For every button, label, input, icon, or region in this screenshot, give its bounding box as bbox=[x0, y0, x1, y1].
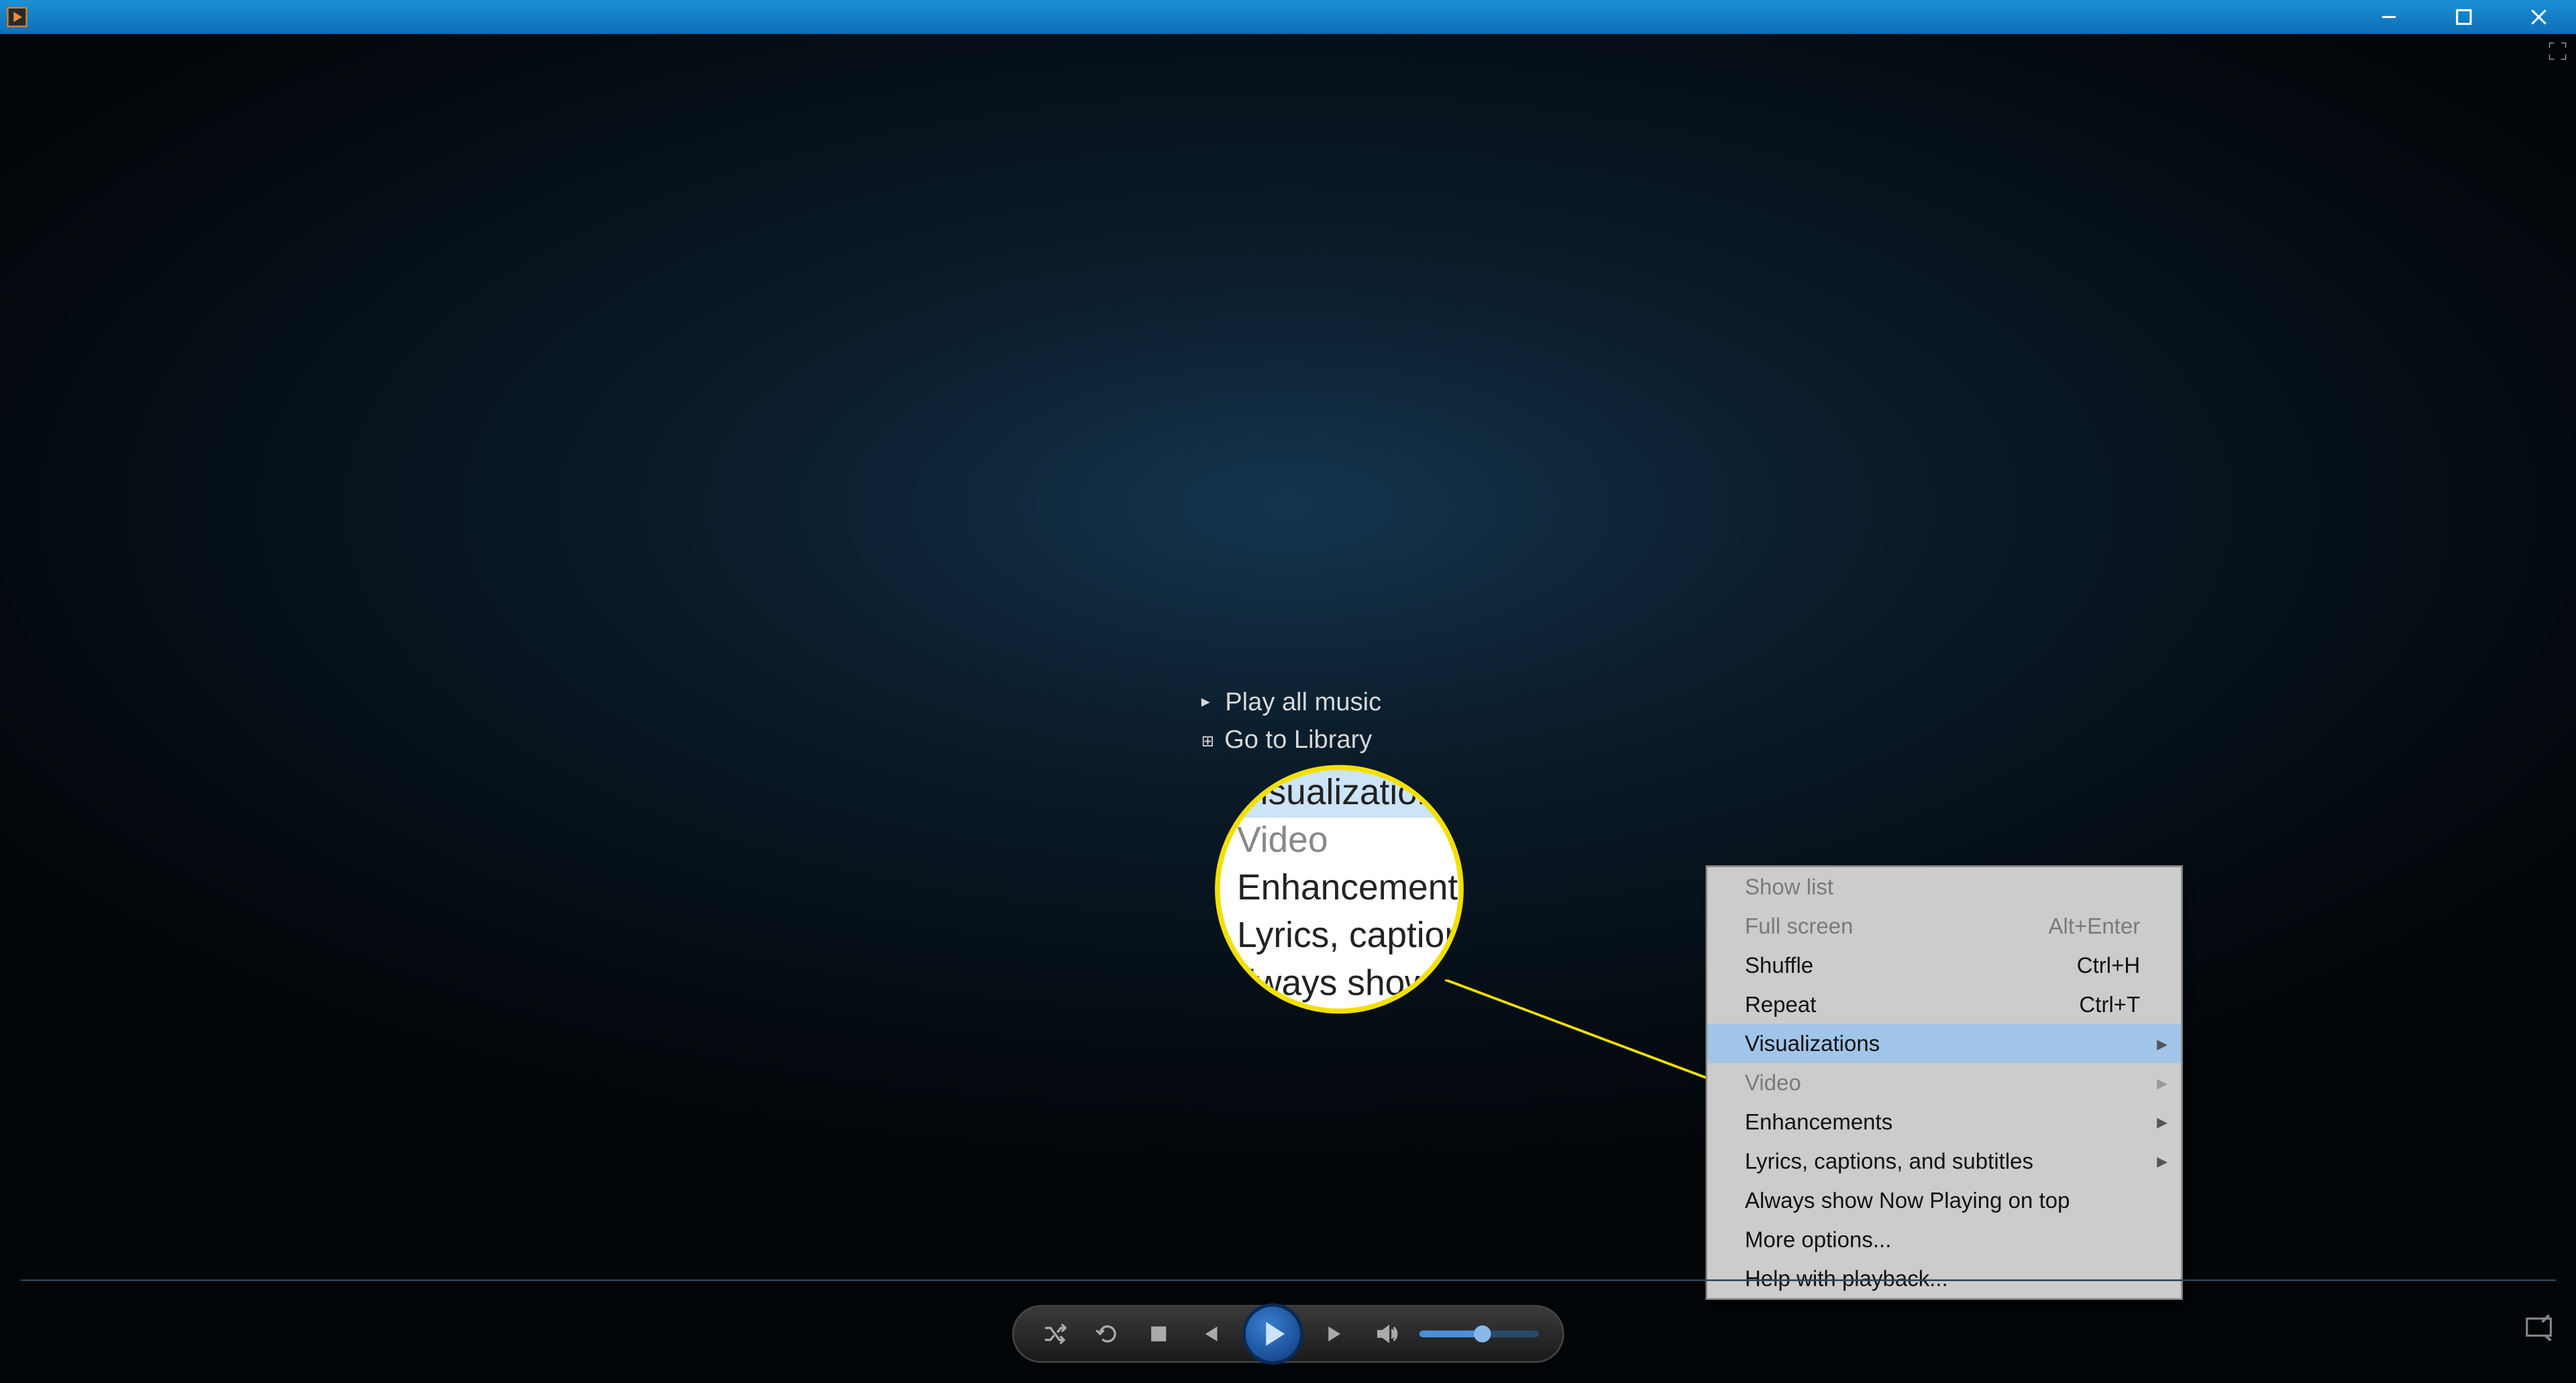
switch-to-library-button[interactable] bbox=[2525, 1313, 2553, 1349]
volume-thumb[interactable] bbox=[1474, 1325, 1491, 1342]
close-button[interactable] bbox=[2502, 0, 2576, 34]
context-menu-item-video: Video ▶ bbox=[1707, 1063, 2181, 1102]
context-menu-item-full-screen: Full screen Alt+Enter bbox=[1707, 906, 2181, 945]
window-controls bbox=[2351, 0, 2576, 34]
context-menu-item-visualizations[interactable]: Visualizations ▶ bbox=[1707, 1024, 2181, 1063]
shuffle-button[interactable] bbox=[1038, 1315, 1075, 1353]
mag-row-visualizations: Visualizations bbox=[1220, 770, 1459, 818]
menu-item-label: Video bbox=[1745, 1070, 1801, 1095]
mag-row-enhancements: Enhancements bbox=[1220, 865, 1459, 913]
view-fullscreen-icon[interactable] bbox=[2549, 43, 2566, 65]
submenu-arrow-icon: ▶ bbox=[2157, 1075, 2167, 1091]
title-bar bbox=[0, 0, 2576, 34]
menu-item-label: Always show Now Playing on top bbox=[1745, 1187, 2070, 1213]
menu-item-label: Show list bbox=[1745, 874, 1833, 899]
volume-fill bbox=[1419, 1331, 1477, 1337]
next-button[interactable] bbox=[1317, 1315, 1354, 1353]
repeat-button[interactable] bbox=[1089, 1315, 1126, 1353]
menu-item-shortcut: Alt+Enter bbox=[2048, 913, 2140, 938]
menu-item-label: Enhancements bbox=[1745, 1109, 1892, 1135]
context-menu-item-lyrics-captions-and-subtitles[interactable]: Lyrics, captions, and subtitles ▶ bbox=[1707, 1142, 2181, 1180]
volume-slider[interactable] bbox=[1419, 1331, 1539, 1337]
now-playing-area[interactable]: ▸ Play all music ⊞ Go to Library Visuali… bbox=[0, 34, 2576, 1383]
context-menu-item-help-with-playback[interactable]: Help with playback... bbox=[1707, 1259, 2181, 1298]
mag-row-lyrics: Lyrics, captions, bbox=[1220, 913, 1459, 960]
magnifier-callout: Visualizations Video Enhancements Lyrics… bbox=[1215, 765, 1464, 1013]
context-menu: Show list Full screen Alt+Enter Shuffle Ctrl… bbox=[1706, 865, 2183, 1300]
menu-item-label: More options... bbox=[1745, 1227, 1891, 1252]
maximize-button[interactable] bbox=[2426, 0, 2502, 34]
seek-bar[interactable] bbox=[20, 1280, 2556, 1282]
context-menu-item-repeat[interactable]: Repeat Ctrl+T bbox=[1707, 985, 2181, 1024]
center-quick-links: ▸ Play all music ⊞ Go to Library bbox=[1201, 685, 1381, 760]
mute-button[interactable] bbox=[1368, 1315, 1406, 1353]
previous-button[interactable] bbox=[1191, 1315, 1228, 1353]
menu-item-shortcut: Ctrl+H bbox=[2077, 952, 2140, 978]
library-grid-icon: ⊞ bbox=[1201, 722, 1211, 760]
submenu-arrow-icon: ▶ bbox=[2157, 1114, 2167, 1129]
menu-item-label: Repeat bbox=[1745, 991, 1816, 1017]
menu-item-label: Help with playback... bbox=[1745, 1266, 1948, 1291]
app-icon bbox=[7, 7, 27, 27]
submenu-arrow-icon: ▶ bbox=[2157, 1036, 2167, 1051]
context-menu-item-always-show-now-playing-on-top[interactable]: Always show Now Playing on top bbox=[1707, 1180, 2181, 1219]
menu-item-label: Visualizations bbox=[1745, 1031, 1880, 1056]
go-library-label: Go to Library bbox=[1224, 722, 1372, 760]
callout-line bbox=[1445, 980, 1726, 1085]
menu-item-label: Lyrics, captions, and subtitles bbox=[1745, 1148, 2033, 1174]
menu-item-label: Shuffle bbox=[1745, 952, 1813, 978]
go-to-library-link[interactable]: ⊞ Go to Library bbox=[1201, 722, 1381, 760]
mag-row-always: lways show bbox=[1220, 961, 1459, 1009]
context-menu-item-shuffle[interactable]: Shuffle Ctrl+H bbox=[1707, 946, 2181, 985]
context-menu-item-show-list: Show list bbox=[1707, 867, 2181, 906]
play-all-music-link[interactable]: ▸ Play all music bbox=[1201, 685, 1381, 722]
playback-controls bbox=[1012, 1305, 1564, 1363]
menu-item-label: Full screen bbox=[1745, 913, 1853, 938]
play-arrow-icon: ▸ bbox=[1201, 685, 1212, 722]
submenu-arrow-icon: ▶ bbox=[2157, 1154, 2167, 1169]
play-all-label: Play all music bbox=[1225, 685, 1381, 722]
context-menu-item-more-options[interactable]: More options... bbox=[1707, 1220, 2181, 1259]
play-button[interactable] bbox=[1242, 1303, 1303, 1364]
minimize-button[interactable] bbox=[2351, 0, 2426, 34]
mag-row-video: Video bbox=[1220, 818, 1459, 865]
stop-button[interactable] bbox=[1140, 1315, 1177, 1353]
menu-item-shortcut: Ctrl+T bbox=[2079, 991, 2140, 1017]
context-menu-item-enhancements[interactable]: Enhancements ▶ bbox=[1707, 1102, 2181, 1141]
